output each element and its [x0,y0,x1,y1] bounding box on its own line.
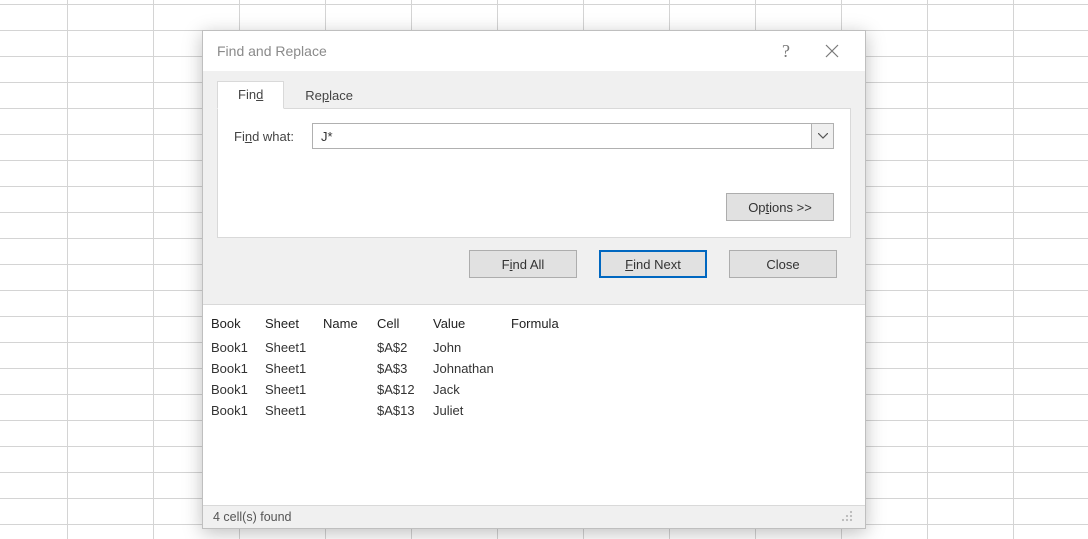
find-what-input[interactable] [313,124,811,148]
tab-find[interactable]: Find [217,81,284,109]
cell-sheet: Sheet1 [257,358,315,379]
cell-value: Johnathan [425,358,503,379]
tab-find-label: Find [238,87,263,102]
cell-name [315,337,369,358]
find-panel: Find what: Options >> [217,109,851,238]
cell-name [315,358,369,379]
tabstrip: Find Replace [217,81,851,109]
cell-formula [503,337,865,358]
cell-formula [503,358,865,379]
cell-sheet: Sheet1 [257,337,315,358]
options-button[interactable]: Options >> [726,193,834,221]
cell-book: Book1 [203,358,257,379]
col-formula[interactable]: Formula [503,313,865,337]
results-table[interactable]: Book Sheet Name Cell Value Formula Book1… [203,313,865,421]
col-book[interactable]: Book [203,313,257,337]
col-sheet[interactable]: Sheet [257,313,315,337]
col-cell[interactable]: Cell [369,313,425,337]
col-value[interactable]: Value [425,313,503,337]
find-what-dropdown[interactable] [811,124,833,148]
cell-formula [503,400,865,421]
cell-value: Juliet [425,400,503,421]
find-next-button[interactable]: Find Next [599,250,707,278]
cell-cell: $A$13 [369,400,425,421]
close-icon[interactable] [809,35,855,67]
cell-cell: $A$3 [369,358,425,379]
cell-book: Book1 [203,400,257,421]
statusbar: 4 cell(s) found [203,505,865,528]
find-replace-dialog: Find and Replace ? Find Replace Find wha… [202,30,866,529]
col-name[interactable]: Name [315,313,369,337]
tab-replace-label: Replace [305,88,353,103]
cell-book: Book1 [203,379,257,400]
cell-name [315,379,369,400]
cell-formula [503,379,865,400]
tab-replace[interactable]: Replace [284,82,374,109]
table-row[interactable]: Book1Sheet1 $A$13Juliet [203,400,865,421]
close-button[interactable]: Close [729,250,837,278]
cell-value: John [425,337,503,358]
find-all-button[interactable]: Find All [469,250,577,278]
resize-grip-icon[interactable] [841,510,855,524]
cell-book: Book1 [203,337,257,358]
table-row[interactable]: Book1Sheet1 $A$12Jack [203,379,865,400]
cell-sheet: Sheet1 [257,400,315,421]
table-row[interactable]: Book1Sheet1 $A$2John [203,337,865,358]
status-text: 4 cell(s) found [213,510,292,524]
cell-sheet: Sheet1 [257,379,315,400]
cell-value: Jack [425,379,503,400]
help-icon[interactable]: ? [763,35,809,67]
find-what-label: Find what: [234,129,294,144]
find-what-combo [312,123,834,149]
cell-cell: $A$12 [369,379,425,400]
dialog-title: Find and Replace [217,43,763,59]
table-row[interactable]: Book1Sheet1 $A$3Johnathan [203,358,865,379]
titlebar: Find and Replace ? [203,31,865,71]
action-row: Find All Find Next Close [217,238,851,278]
cell-name [315,400,369,421]
results-panel: Book Sheet Name Cell Value Formula Book1… [203,304,865,505]
cell-cell: $A$2 [369,337,425,358]
